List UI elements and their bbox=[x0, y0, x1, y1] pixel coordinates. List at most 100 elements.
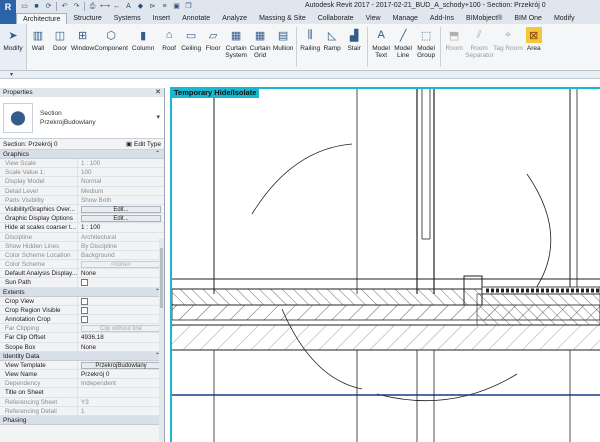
property-row[interactable]: Sun Path bbox=[0, 278, 164, 288]
checkbox[interactable] bbox=[81, 279, 88, 287]
curtain-system-button[interactable]: ▦ Curtain System bbox=[224, 24, 248, 70]
property-row[interactable]: Crop Region Visible bbox=[0, 305, 164, 315]
tab-massing-site[interactable]: Massing & Site bbox=[253, 13, 312, 24]
property-row[interactable]: Default Analysis Display... None bbox=[0, 269, 164, 279]
property-row[interactable]: Color Scheme Location Background bbox=[0, 250, 164, 261]
group-graphics[interactable]: Graphics ⌃ bbox=[0, 150, 164, 159]
tab-modify[interactable]: Modify bbox=[548, 13, 581, 24]
property-value[interactable]: PrzekrojBudowlany bbox=[78, 361, 164, 369]
roof-button[interactable]: ⌂ Roof bbox=[158, 24, 180, 70]
property-row[interactable]: View Name Przekrój 0 bbox=[0, 369, 164, 380]
tab-bim-one[interactable]: BIM One bbox=[508, 13, 548, 24]
property-value[interactable]: Independent bbox=[78, 379, 164, 387]
curtain-grid-button[interactable]: ▦ Curtain Grid bbox=[248, 24, 272, 70]
property-value[interactable]: Edit... bbox=[78, 205, 164, 213]
property-value[interactable]: Show Both bbox=[78, 196, 164, 204]
measure-icon[interactable]: ⟷ bbox=[100, 2, 110, 11]
mullion-button[interactable]: ▤ Mullion bbox=[272, 24, 294, 70]
property-value[interactable]: 100 bbox=[78, 168, 164, 176]
group-phasing[interactable]: Phasing bbox=[0, 415, 164, 425]
open-icon[interactable]: ▭ bbox=[20, 2, 29, 11]
tab-architecture[interactable]: Architecture bbox=[16, 13, 68, 24]
model-group-button[interactable]: ⬚ Model Group bbox=[414, 24, 438, 70]
checkbox[interactable] bbox=[81, 306, 88, 314]
door-button[interactable]: ◫ Door bbox=[49, 24, 71, 70]
wall-button[interactable]: ▥ Wall bbox=[27, 24, 49, 70]
property-value[interactable] bbox=[78, 315, 164, 323]
property-value[interactable]: Background bbox=[78, 251, 164, 259]
redo-icon[interactable]: ↷ bbox=[72, 2, 81, 11]
property-row[interactable]: Referencing Detail 1 bbox=[0, 406, 164, 416]
tag-room-button[interactable]: ⌖ Tag Room bbox=[493, 24, 523, 70]
tab-analyze[interactable]: Analyze bbox=[216, 13, 253, 24]
thin-lines-icon[interactable]: ≡ bbox=[160, 2, 169, 11]
property-edit-button[interactable]: <none> bbox=[81, 261, 161, 269]
text-icon[interactable]: A bbox=[124, 2, 133, 11]
sync-icon[interactable]: ⟳ bbox=[44, 2, 53, 11]
property-edit-button[interactable]: Clip without line bbox=[81, 325, 161, 333]
property-value[interactable]: None bbox=[78, 343, 164, 351]
property-value[interactable]: Y3 bbox=[78, 398, 164, 406]
room-button[interactable]: ⬒ Room bbox=[443, 24, 465, 70]
property-row[interactable]: Scale Value 1: 100 bbox=[0, 168, 164, 178]
property-row[interactable]: Detail Level Medium bbox=[0, 186, 164, 196]
tab-systems[interactable]: Systems bbox=[108, 13, 147, 24]
property-row[interactable]: Annotation Crop bbox=[0, 315, 164, 325]
edit-type-button[interactable]: ▣ Edit Type bbox=[126, 140, 161, 149]
property-row[interactable]: View Scale 1 : 100 bbox=[0, 159, 164, 169]
property-row[interactable]: Color Scheme <none> bbox=[0, 260, 164, 270]
tab-file[interactable] bbox=[0, 13, 16, 24]
stair-button[interactable]: ▟ Stair bbox=[343, 24, 365, 70]
property-row[interactable]: Dependency Independent bbox=[0, 379, 164, 389]
collapse-icon[interactable]: ⌃ bbox=[155, 150, 160, 159]
close-icon[interactable]: ✕ bbox=[155, 88, 161, 97]
property-row[interactable]: Crop View bbox=[0, 296, 164, 306]
property-value[interactable]: Clip without line bbox=[78, 324, 164, 333]
ramp-button[interactable]: ◺ Ramp bbox=[321, 24, 343, 70]
property-row[interactable]: Parts Visibility Show Both bbox=[0, 195, 164, 205]
switch-windows-icon[interactable]: ❐ bbox=[184, 2, 193, 11]
3d-view-icon[interactable]: ◆ bbox=[136, 2, 145, 11]
section-icon[interactable]: ⊳ bbox=[148, 2, 157, 11]
window-button[interactable]: ⊞ Window bbox=[71, 24, 94, 70]
tab-collaborate[interactable]: Collaborate bbox=[312, 13, 360, 24]
modify-button[interactable]: ➤ Modify bbox=[0, 24, 27, 70]
property-row[interactable]: Display Model Normal bbox=[0, 177, 164, 187]
property-value[interactable]: Architectural bbox=[78, 233, 164, 241]
property-value[interactable]: Przekrój 0 bbox=[78, 370, 164, 378]
property-edit-button[interactable]: Edit... bbox=[81, 215, 161, 223]
checkbox[interactable] bbox=[81, 297, 88, 305]
property-edit-button[interactable]: PrzekrojBudowlany bbox=[81, 361, 161, 369]
property-value[interactable]: 1 : 100 bbox=[78, 223, 164, 231]
tab-view[interactable]: View bbox=[360, 13, 387, 24]
chevron-down-icon[interactable]: ▾ bbox=[10, 71, 13, 78]
scrollbar-thumb[interactable] bbox=[160, 248, 163, 308]
property-row[interactable]: Title on Sheet bbox=[0, 388, 164, 398]
property-value[interactable]: Medium bbox=[78, 187, 164, 195]
instance-filter[interactable]: Section: Przekrój 0 ▾ ▣ Edit Type bbox=[0, 139, 164, 150]
model-line-button[interactable]: ╱ Model Line bbox=[392, 24, 414, 70]
room-separator-button[interactable]: ⫽ Room Separator bbox=[465, 24, 494, 70]
print-icon[interactable]: ⎙ bbox=[88, 2, 97, 11]
property-row[interactable]: Far Clip Offset 4936,18 bbox=[0, 333, 164, 343]
property-value[interactable]: 1 : 100 bbox=[78, 159, 164, 167]
property-value[interactable] bbox=[78, 278, 164, 287]
chevron-down-icon[interactable]: ▾ bbox=[156, 113, 160, 121]
property-value[interactable] bbox=[78, 297, 164, 305]
property-edit-button[interactable]: Edit... bbox=[81, 205, 161, 213]
properties-scrollbar[interactable] bbox=[159, 238, 164, 442]
property-value[interactable]: 1 bbox=[78, 407, 164, 415]
checkbox[interactable] bbox=[81, 316, 88, 323]
floor-button[interactable]: ▱ Floor bbox=[202, 24, 224, 70]
save-icon[interactable]: ■ bbox=[32, 2, 41, 11]
property-row[interactable]: View Template PrzekrojBudowlany bbox=[0, 360, 164, 370]
property-value[interactable]: None bbox=[78, 269, 164, 277]
railing-button[interactable]: ⫼ Railing bbox=[299, 24, 321, 70]
tab-add-ins[interactable]: Add-Ins bbox=[424, 13, 460, 24]
property-row[interactable]: Scope Box None bbox=[0, 342, 164, 352]
property-value[interactable]: <none> bbox=[78, 260, 164, 269]
close-hidden-icon[interactable]: ▣ bbox=[172, 2, 181, 11]
property-value[interactable] bbox=[78, 388, 164, 396]
ceiling-button[interactable]: ▭ Ceiling bbox=[180, 24, 202, 70]
property-value[interactable]: By Discipline bbox=[78, 242, 164, 250]
